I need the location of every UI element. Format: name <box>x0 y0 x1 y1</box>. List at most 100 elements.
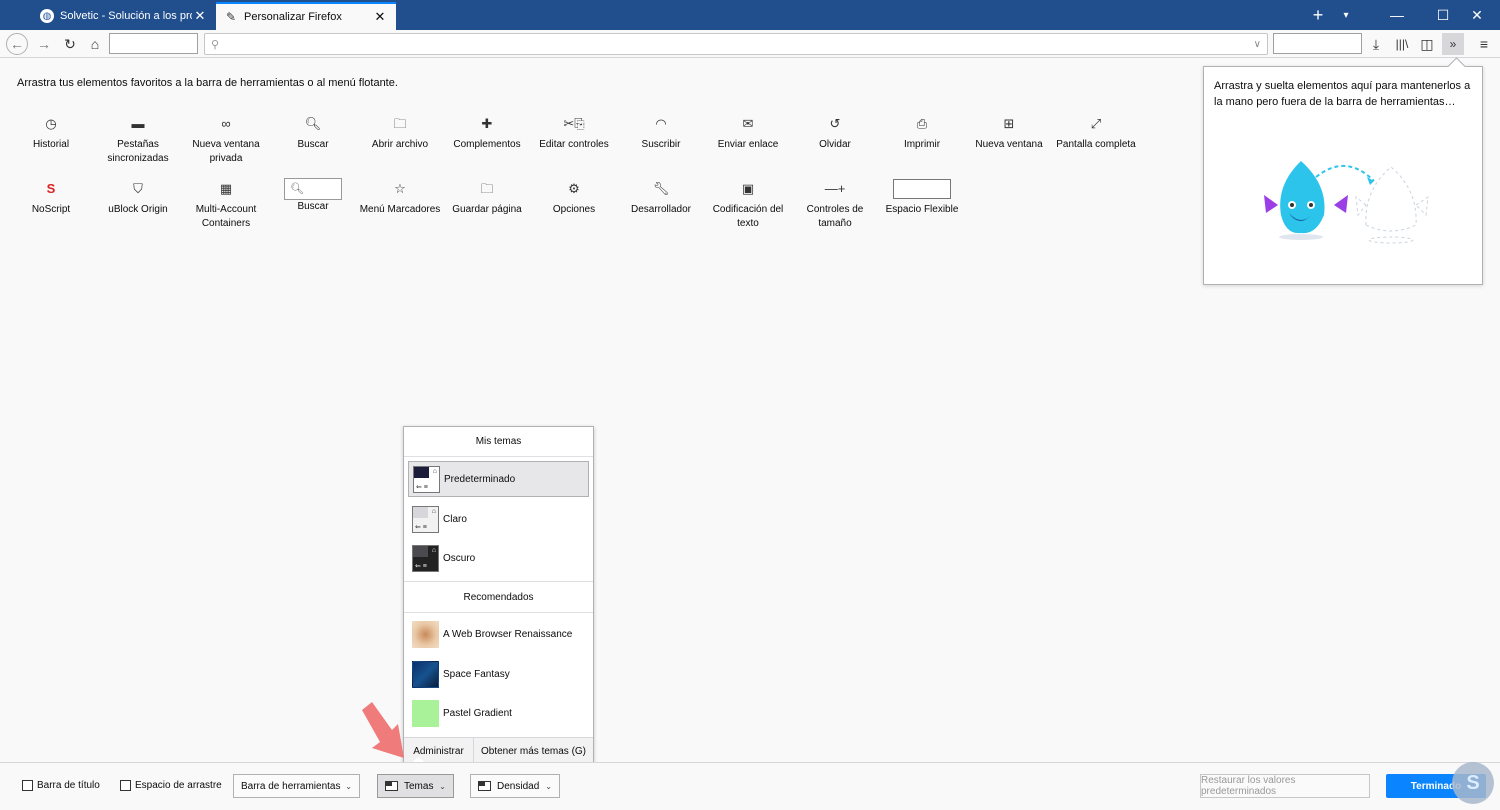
palette-item-label: Opciones <box>552 204 596 215</box>
minimize-button[interactable]: — <box>1374 0 1420 30</box>
drag-space-checkbox[interactable]: Espacio de arrastre <box>120 780 222 791</box>
noscript-icon: S <box>46 181 56 196</box>
search-field[interactable] <box>1273 33 1362 54</box>
close-icon[interactable]: ✕ <box>372 9 388 25</box>
sidebar-button[interactable]: ◫ <box>1415 33 1439 55</box>
palette-item[interactable]: ⎙ Imprimir <box>878 115 966 152</box>
library-button[interactable]: |||\ <box>1390 33 1414 55</box>
navigation-toolbar: ← → ↻ ⌂ ⚲ ∨ ⤓ |||\ ◫ » ≡ <box>0 30 1500 58</box>
palette-item[interactable]: ⊞ Nueva ventana <box>965 115 1053 152</box>
close-icon[interactable]: ✕ <box>192 8 208 24</box>
theme-light[interactable]: ⌂ ⇐ ≡ Claro <box>408 501 589 537</box>
palette-item[interactable]: 🔍︎ Buscar <box>269 178 357 214</box>
theme-pastel-gradient[interactable]: Pastel Gradient <box>408 695 589 731</box>
palette-item[interactable]: 🔍︎ Buscar <box>269 115 357 152</box>
theme-space-fantasy[interactable]: Space Fantasy <box>408 656 589 692</box>
themes-label: Temas <box>404 780 434 792</box>
palette-item[interactable]: ◷ Historial <box>7 115 95 152</box>
themes-dropdown[interactable]: Temas ⌄ <box>377 774 454 798</box>
palette-item[interactable]: ↺ Olvidar <box>791 115 879 152</box>
theme-dark-thumbnail: ⌂ ⇐ ≡ <box>412 544 439 572</box>
palette-item-label: Desarrollador <box>630 204 692 215</box>
recommended-header: Recomendados <box>404 581 593 613</box>
tab-label: Personalizar Firefox <box>244 11 342 23</box>
customize-hint: Arrastra tus elementos favoritos a la ba… <box>17 77 398 89</box>
palette-item-label: Espacio Flexible <box>885 204 959 215</box>
close-window-button[interactable]: ✕ <box>1454 0 1500 30</box>
palette-item[interactable]: Espacio Flexible <box>878 179 966 217</box>
palette-item-label: Pestañas sincronizadas <box>107 139 169 164</box>
theme-renaissance-thumbnail <box>412 620 439 648</box>
title-bar-checkbox[interactable]: Barra de título <box>22 780 100 791</box>
palette-item[interactable]: 🗀 Guardar página <box>443 180 531 217</box>
back-button[interactable]: ← <box>6 33 28 55</box>
zoom-controls-icon: —+ <box>824 181 846 196</box>
density-icon <box>478 781 491 791</box>
palette-item[interactable]: ✚ Complementos <box>443 115 531 152</box>
palette-item-label: Pantalla completa <box>1056 139 1136 150</box>
forward-button[interactable]: → <box>32 33 56 55</box>
ublock-icon: ⛉ <box>133 181 143 196</box>
toolbars-dropdown[interactable]: Barra de herramientas ⌄ <box>233 774 360 798</box>
all-tabs-button[interactable]: ▾ <box>1332 0 1360 30</box>
palette-item[interactable]: ⛉ uBlock Origin <box>94 180 182 217</box>
palette-item[interactable]: ☆ Menú Marcadores <box>356 180 444 217</box>
url-bar[interactable]: ⚲ ∨ <box>204 33 1268 55</box>
tab-strip: ◍ Solvetic - Solución a los problemas ✕ … <box>0 0 1500 30</box>
manage-themes-button[interactable]: Administrar <box>404 738 474 765</box>
new-tab-button[interactable]: + <box>1304 0 1332 30</box>
tab-personalizar[interactable]: ✎ Personalizar Firefox ✕ <box>216 2 396 30</box>
palette-item[interactable]: ◠ Suscribir <box>617 115 705 152</box>
forget-icon: ↺ <box>829 116 841 131</box>
theme-label: A Web Browser Renaissance <box>443 628 573 640</box>
palette-item[interactable]: —+ Controles de tamaño <box>791 180 879 231</box>
theme-label: Pastel Gradient <box>443 707 512 719</box>
overflow-panel-text: Arrastra y suelta elementos aquí para ma… <box>1214 80 1471 108</box>
checkbox-icon <box>120 780 131 791</box>
theme-default[interactable]: ⌂ ⇐ ≡ Predeterminado <box>408 461 589 497</box>
theme-dark[interactable]: ⌂ ⇐ ≡ Oscuro <box>408 540 589 576</box>
palette-item[interactable]: S NoScript <box>7 180 95 217</box>
palette-item-label: Complementos <box>453 139 521 150</box>
envelope-icon: ✉ <box>742 116 754 131</box>
tab-solvetic[interactable]: ◍ Solvetic - Solución a los problemas ✕ <box>32 2 216 30</box>
palette-item-label: Nueva ventana privada <box>192 139 260 164</box>
palette-item[interactable]: ∞ Nueva ventana privada <box>182 115 270 166</box>
downloads-button[interactable]: ⤓ <box>1364 33 1388 55</box>
clock-icon: ◷ <box>45 116 57 131</box>
checkbox-icon <box>22 780 33 791</box>
palette-item[interactable]: ▬ Pestañas sincronizadas <box>94 115 182 166</box>
reload-button[interactable]: ↻ <box>58 33 82 55</box>
palette-item[interactable]: 🔧︎ Desarrollador <box>617 180 705 217</box>
palette-item-label: Nueva ventana <box>975 139 1043 150</box>
search-box-icon: 🔍︎ <box>269 178 357 200</box>
menu-button[interactable]: ≡ <box>1472 33 1496 55</box>
save-page-icon: 🗀 <box>480 181 494 196</box>
theme-renaissance[interactable]: A Web Browser Renaissance <box>408 616 589 652</box>
chevron-down-icon: ⌄ <box>345 781 352 791</box>
palette-item-label: Controles de tamaño <box>806 204 864 229</box>
overflow-button[interactable]: » <box>1442 33 1464 55</box>
palette-item-label: Enviar enlace <box>717 139 779 150</box>
density-dropdown[interactable]: Densidad ⌄ <box>470 774 560 798</box>
search-icon: 🔍︎ <box>304 116 322 131</box>
palette-item[interactable]: 🗀 Abrir archivo <box>356 115 444 152</box>
palette-item-label: NoScript <box>31 204 71 215</box>
fullscreen-icon: ⤢ <box>1090 116 1102 131</box>
palette-item[interactable]: ⚙ Opciones <box>530 180 618 217</box>
theme-label: Predeterminado <box>444 473 516 485</box>
home-button[interactable]: ⌂ <box>83 33 107 55</box>
theme-label: Space Fantasy <box>443 668 510 680</box>
theme-label: Oscuro <box>443 552 476 564</box>
chevron-down-icon[interactable]: ∨ <box>1254 39 1261 50</box>
palette-item[interactable]: ▣ Codificación del texto <box>704 180 792 231</box>
get-more-themes-button[interactable]: Obtener más temas (G) <box>474 738 593 765</box>
palette-item[interactable]: ▦ Multi-Account Containers <box>182 180 270 231</box>
palette-item[interactable]: ✉ Enviar enlace <box>704 115 792 152</box>
palette-item[interactable]: ✂⎘ Editar controles <box>530 115 618 152</box>
palette-item[interactable]: ⤢ Pantalla completa <box>1052 115 1140 152</box>
brush-icon: ✎ <box>225 10 237 24</box>
restore-defaults-button[interactable]: Restaurar los valores predeterminados <box>1200 774 1370 798</box>
placeholder-field <box>109 33 198 54</box>
containers-icon: ▦ <box>219 181 233 196</box>
